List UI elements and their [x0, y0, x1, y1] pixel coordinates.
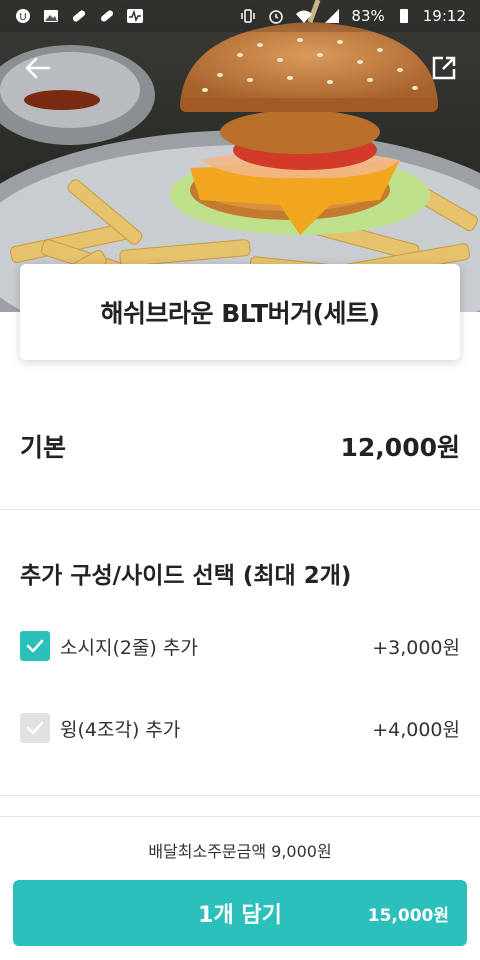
add-to-cart-button[interactable]: 1개 담기 15,000원	[13, 880, 467, 946]
share-button[interactable]	[424, 48, 464, 88]
activity-icon	[126, 8, 144, 24]
options-title: 추가 구성/사이드 선택 (최대 2개)	[20, 563, 352, 589]
min-order-notice: 배달최소주문금액 9,000원	[148, 842, 332, 861]
product-name: 해쉬브라운 BLT버거(세트)	[100, 299, 380, 328]
base-label: 기본	[20, 433, 67, 462]
back-arrow-icon	[25, 57, 51, 79]
section-divider	[0, 795, 480, 796]
vibrate-icon	[239, 8, 257, 24]
checkmark-icon	[26, 639, 44, 653]
option-wings[interactable]: 윙(4조각) 추가 +4,000원	[20, 708, 460, 748]
share-icon	[432, 56, 456, 80]
base-price-row: 기본 12,000원	[20, 418, 460, 474]
product-title-card: 해쉬브라운 BLT버거(세트)	[20, 264, 460, 360]
clock: 19:12	[422, 7, 466, 25]
cart-total-price: 15,000원	[367, 905, 449, 926]
option-label: 윙(4조각) 추가	[60, 718, 181, 741]
pill-icon	[70, 8, 88, 24]
battery-percent: 83%	[351, 7, 385, 25]
signal-icon	[323, 8, 341, 24]
u-plus-icon: U	[14, 8, 32, 24]
status-bar: U 83% 19:12	[0, 0, 480, 32]
section-divider	[0, 509, 480, 510]
footer-divider	[0, 816, 480, 817]
gallery-icon	[42, 8, 60, 24]
option-price: +4,000원	[372, 718, 460, 741]
option-price: +3,000원	[372, 636, 460, 659]
option-label: 소시지(2줄) 추가	[60, 636, 198, 659]
base-price: 12,000원	[340, 433, 460, 462]
pill-icon	[98, 8, 116, 24]
wifi-icon	[295, 8, 313, 24]
option-sausage[interactable]: 소시지(2줄) 추가 +3,000원	[20, 626, 460, 666]
battery-icon	[395, 8, 413, 24]
option-checkbox-checked[interactable]	[20, 631, 50, 661]
alarm-icon	[267, 8, 285, 24]
status-right-icons: 83% 19:12	[239, 7, 466, 25]
checkmark-icon	[26, 721, 44, 735]
status-left-icons: U	[14, 8, 144, 24]
svg-text:U: U	[19, 12, 26, 23]
back-button[interactable]	[18, 48, 58, 88]
add-to-cart-label: 1개 담기	[198, 903, 282, 928]
option-checkbox-unchecked[interactable]	[20, 713, 50, 743]
